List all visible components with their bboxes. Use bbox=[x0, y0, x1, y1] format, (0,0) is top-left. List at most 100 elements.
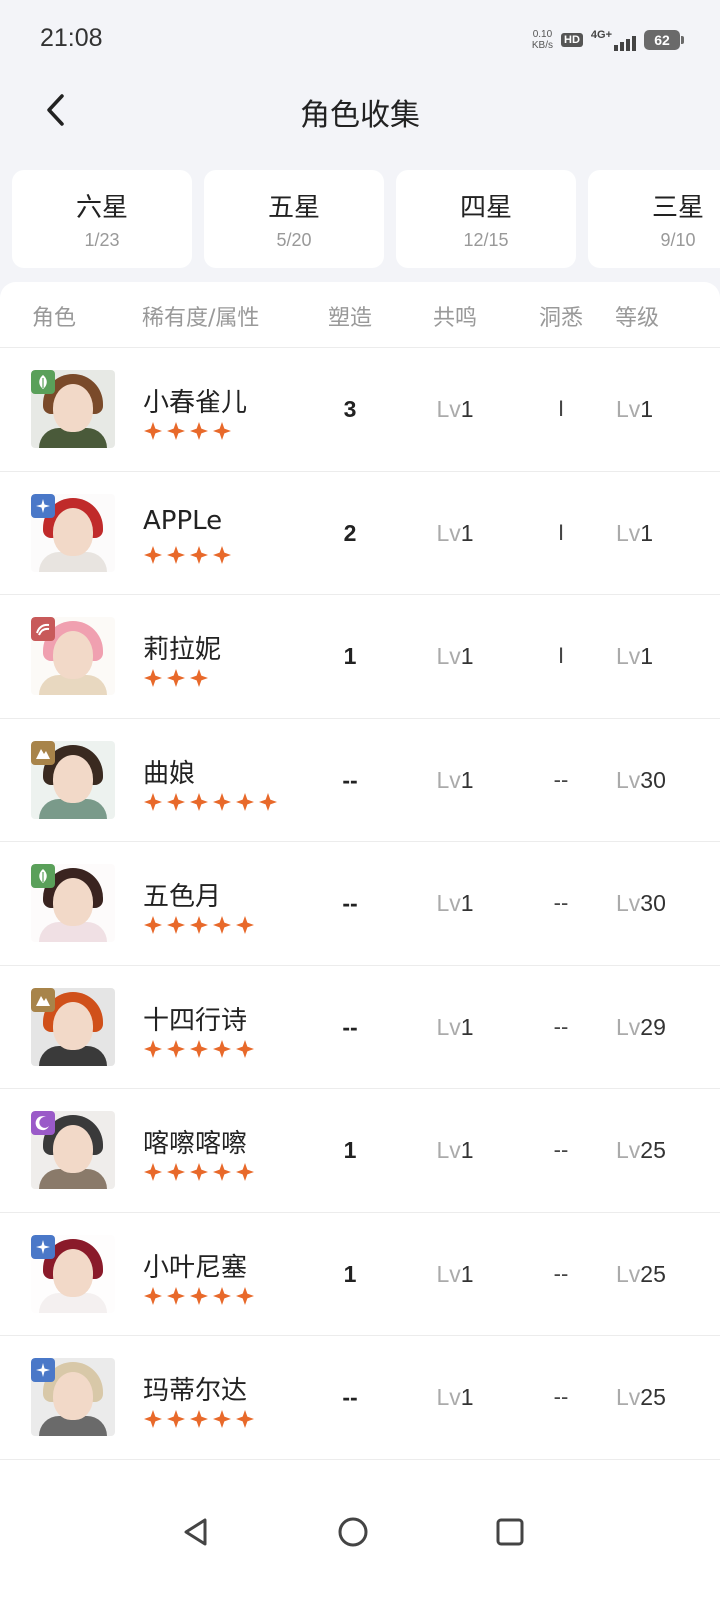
character-table: 角色 稀有度/属性 塑造 共鸣 洞悉 等级 小春雀儿 3 Lv1 I Lv1 APPLe 2… bbox=[0, 282, 720, 1482]
rarity-stars bbox=[144, 1286, 254, 1305]
table-body: 小春雀儿 3 Lv1 I Lv1 APPLe 2 Lv1 I Lv1 莉拉妮 1 Lv1 I Lv1 曲娘 --… bbox=[0, 348, 720, 1460]
table-row[interactable]: 喀嚓喀嚓 1 Lv1 -- Lv25 bbox=[0, 1089, 720, 1213]
insight-value: I bbox=[557, 396, 565, 421]
tab-count: 9/10 bbox=[660, 230, 696, 250]
system-nav-bar bbox=[0, 1482, 720, 1600]
tab-six-star[interactable]: 六星 1/23 bbox=[12, 170, 192, 268]
table-row[interactable]: 十四行诗 -- Lv1 -- Lv29 bbox=[0, 966, 720, 1089]
tab-five-star[interactable]: 五星 5/20 bbox=[204, 170, 384, 268]
star-spark-icon bbox=[31, 493, 55, 518]
shaping-value: 2 bbox=[343, 519, 357, 546]
table-row[interactable]: 小叶尼塞 1 Lv1 -- Lv25 bbox=[0, 1213, 720, 1336]
rarity-stars bbox=[144, 792, 277, 811]
star-icon bbox=[213, 1039, 231, 1058]
column-header-level: 等级 bbox=[615, 306, 660, 331]
resonance-value: Lv1 bbox=[436, 643, 474, 669]
star-icon bbox=[144, 1039, 162, 1058]
star-icon bbox=[190, 1039, 208, 1058]
signal-icon: 4G+ bbox=[591, 29, 636, 51]
nav-home-button[interactable] bbox=[323, 1502, 383, 1562]
star-icon bbox=[190, 792, 208, 811]
star-icon bbox=[144, 792, 162, 811]
level-value: Lv25 bbox=[616, 1137, 666, 1163]
insight-value: -- bbox=[553, 1260, 569, 1286]
leaf-icon bbox=[31, 864, 55, 888]
resonance-value: Lv1 bbox=[436, 1260, 474, 1287]
tab-count: 1/23 bbox=[84, 230, 120, 250]
level-value: Lv1 bbox=[616, 396, 654, 422]
tab-three-star[interactable]: 三星 9/10 bbox=[588, 170, 720, 268]
character-avatar bbox=[31, 370, 115, 448]
character-avatar bbox=[31, 987, 115, 1066]
character-name: 小春雀儿 bbox=[143, 388, 248, 418]
nav-back-button[interactable] bbox=[166, 1502, 226, 1562]
rarity-stars bbox=[144, 916, 254, 934]
column-header-rarity: 稀有度/属性 bbox=[142, 306, 260, 331]
nav-back-icon bbox=[184, 1518, 207, 1546]
table-row[interactable]: 曲娘 -- Lv1 -- Lv30 bbox=[0, 719, 720, 842]
moon-icon bbox=[31, 1111, 55, 1135]
resonance-value: Lv1 bbox=[436, 519, 474, 546]
shaping-value: -- bbox=[342, 766, 358, 793]
star-icon bbox=[167, 422, 185, 440]
status-icons: 0.10 KB/s HD 4G+ 62 bbox=[532, 26, 684, 54]
star-icon bbox=[190, 545, 208, 564]
table-row[interactable]: 玛蒂尔达 -- Lv1 -- Lv25 bbox=[0, 1336, 720, 1460]
character-avatar bbox=[31, 864, 115, 942]
rarity-stars bbox=[144, 669, 208, 687]
column-header-shaping: 塑造 bbox=[327, 306, 373, 331]
star-icon bbox=[167, 669, 185, 687]
character-name: 喀嚓喀嚓 bbox=[143, 1129, 248, 1159]
star-icon bbox=[213, 1286, 231, 1305]
level-value: Lv1 bbox=[616, 643, 654, 669]
character-name: APPLe bbox=[143, 505, 223, 536]
tab-count: 12/15 bbox=[463, 230, 509, 250]
star-icon bbox=[236, 792, 254, 811]
star-icon bbox=[144, 545, 162, 564]
level-value: Lv30 bbox=[616, 766, 666, 793]
character-name: 五色月 bbox=[143, 882, 222, 912]
table-row[interactable]: APPLe 2 Lv1 I Lv1 bbox=[0, 472, 720, 595]
shaping-value: -- bbox=[342, 1013, 358, 1040]
character-avatar bbox=[31, 1111, 115, 1189]
rarity-stars bbox=[144, 422, 231, 440]
tab-four-star[interactable]: 四星 12/15 bbox=[396, 170, 576, 268]
insight-value: -- bbox=[553, 766, 569, 792]
star-icon bbox=[190, 1286, 208, 1305]
rarity-stars bbox=[144, 1163, 254, 1181]
level-value: Lv1 bbox=[616, 519, 654, 546]
star-icon bbox=[144, 422, 162, 440]
mountain-icon bbox=[31, 740, 55, 765]
character-avatar bbox=[31, 740, 115, 819]
star-icon bbox=[190, 1163, 208, 1181]
tab-title: 六星 bbox=[75, 193, 128, 223]
level-value: Lv29 bbox=[616, 1013, 666, 1040]
star-icon bbox=[236, 916, 254, 934]
status-bar: 21:08 0.10 KB/s HD 4G+ 62 bbox=[0, 0, 720, 80]
nav-recents-button[interactable] bbox=[480, 1502, 540, 1562]
resonance-value: Lv1 bbox=[436, 396, 474, 422]
rarity-tabs: 六星 1/23 五星 5/20 四星 12/15 三星 9/10 bbox=[12, 170, 720, 268]
table-row[interactable]: 莉拉妮 1 Lv1 I Lv1 bbox=[0, 595, 720, 719]
star-icon bbox=[190, 422, 208, 440]
star-icon bbox=[144, 1410, 162, 1428]
star-icon bbox=[236, 1286, 254, 1305]
star-icon bbox=[213, 545, 231, 564]
table-row[interactable]: 五色月 -- Lv1 -- Lv30 bbox=[0, 842, 720, 966]
star-icon bbox=[213, 792, 231, 811]
table-row[interactable]: 小春雀儿 3 Lv1 I Lv1 bbox=[0, 348, 720, 472]
star-icon bbox=[167, 792, 185, 811]
star-spark-icon bbox=[31, 1234, 55, 1259]
shaping-value: 1 bbox=[343, 1260, 357, 1287]
resonance-value: Lv1 bbox=[436, 1013, 474, 1040]
character-avatar bbox=[31, 1234, 115, 1313]
star-icon bbox=[190, 916, 208, 934]
star-icon bbox=[213, 422, 231, 440]
star-icon bbox=[167, 1039, 185, 1058]
hd-icon: HD bbox=[561, 33, 583, 47]
column-header-insight: 洞悉 bbox=[538, 306, 584, 331]
character-avatar bbox=[31, 617, 115, 695]
level-value: Lv30 bbox=[616, 890, 666, 916]
star-icon bbox=[144, 1163, 162, 1181]
tab-title: 五星 bbox=[267, 193, 320, 223]
